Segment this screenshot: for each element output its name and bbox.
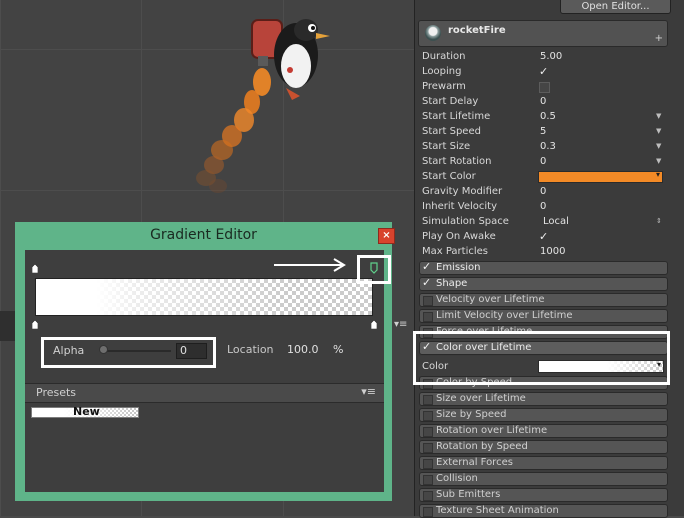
annotation-alpha-box <box>41 337 216 368</box>
fire-trail <box>196 68 271 193</box>
module-external-forces[interactable]: External Forces <box>419 456 668 470</box>
module-label: Size by Speed <box>436 409 507 420</box>
inherit-velocity-field[interactable]: 0 <box>540 199 546 214</box>
max-particles-field[interactable]: 1000 <box>540 244 565 259</box>
module-label: Rotation by Speed <box>436 441 528 452</box>
alpha-key-marker[interactable] <box>32 264 38 273</box>
module-collision[interactable]: Collision <box>419 472 668 486</box>
play-on-awake-checkbox[interactable]: ✓ <box>539 231 550 242</box>
annotation-arrow-icon <box>274 258 346 272</box>
preset-new-label: New <box>73 405 100 418</box>
annotation-highlight-box <box>413 331 670 385</box>
gradient-editor-title: Gradient Editor <box>150 227 257 243</box>
location-label: Location <box>227 343 274 356</box>
chevron-down-icon[interactable]: ▼ <box>656 142 661 150</box>
module-label: Shape <box>436 278 468 289</box>
module-limit-velocity-over-lifetime[interactable]: Limit Velocity over Lifetime <box>419 309 668 323</box>
location-unit: % <box>333 343 344 356</box>
chevron-down-icon[interactable]: ▼ <box>656 127 661 135</box>
prewarm-checkbox[interactable] <box>539 82 550 93</box>
module-checkbox[interactable] <box>423 312 433 322</box>
prop-label-looping: Looping <box>422 66 462 77</box>
module-label: Emission <box>436 262 481 273</box>
module-size-by-speed[interactable]: Size by Speed <box>419 408 668 422</box>
module-velocity-over-lifetime[interactable]: Velocity over Lifetime <box>419 293 668 307</box>
module-checkbox[interactable] <box>423 459 433 469</box>
prop-label-max-particles: Max Particles <box>422 246 489 257</box>
module-rotation-by-speed[interactable]: Rotation by Speed <box>419 440 668 454</box>
start-rotation-field[interactable]: 0 <box>540 154 546 169</box>
module-emission[interactable]: ✓ Emission <box>419 261 668 275</box>
module-label: Limit Velocity over Lifetime <box>436 310 573 321</box>
module-label: Sub Emitters <box>436 489 501 500</box>
module-label: Size over Lifetime <box>436 393 526 404</box>
presets-label: Presets <box>36 386 77 399</box>
scene-toolbar-edge <box>0 311 15 341</box>
prop-label-start-size: Start Size <box>422 141 471 152</box>
chevron-down-icon[interactable]: ▼ <box>656 112 661 120</box>
module-rotation-over-lifetime[interactable]: Rotation over Lifetime <box>419 424 668 438</box>
module-checkbox[interactable] <box>423 395 433 405</box>
particle-system-header[interactable]: rocketFire + <box>418 20 668 47</box>
module-checkbox[interactable] <box>423 443 433 453</box>
prop-label-play-on-awake: Play On Awake <box>422 231 496 242</box>
prop-label-start-color: Start Color <box>422 171 476 182</box>
scene-menu-icon[interactable]: ▾≡ <box>394 319 407 330</box>
module-label: External Forces <box>436 457 513 468</box>
prop-label-simulation-space: Simulation Space <box>422 216 509 227</box>
start-delay-field[interactable]: 0 <box>540 94 546 109</box>
presets-menu-icon[interactable]: ▾≡ <box>361 385 376 398</box>
start-speed-field[interactable]: 5 <box>540 124 546 139</box>
color-key-marker[interactable] <box>371 320 377 329</box>
module-checkbox[interactable] <box>423 491 433 501</box>
prop-label-start-lifetime: Start Lifetime <box>422 111 491 122</box>
add-icon[interactable]: + <box>655 33 663 44</box>
module-checkbox[interactable] <box>423 475 433 485</box>
updown-arrow-icon[interactable]: ⇕ <box>656 217 662 225</box>
particle-system-name: rocketFire <box>448 25 506 36</box>
prop-label-prewarm: Prewarm <box>422 81 466 92</box>
prop-label-duration: Duration <box>422 51 466 62</box>
gradient-preview-bar[interactable] <box>35 278 373 316</box>
module-sub-emitters[interactable]: Sub Emitters <box>419 488 668 502</box>
module-size-over-lifetime[interactable]: Size over Lifetime <box>419 392 668 406</box>
prop-label-inherit-velocity: Inherit Velocity <box>422 201 497 212</box>
annotation-marker-box <box>357 255 391 284</box>
prop-label-start-rotation: Start Rotation <box>422 156 492 167</box>
simulation-space-select[interactable]: Local <box>543 214 569 229</box>
close-icon[interactable]: × <box>378 228 395 244</box>
chevron-down-icon[interactable]: ▼ <box>656 157 661 165</box>
start-color-swatch[interactable] <box>538 170 663 183</box>
duration-field[interactable]: 5.00 <box>540 49 562 64</box>
start-lifetime-field[interactable]: 0.5 <box>540 109 556 124</box>
module-shape[interactable]: ✓ Shape <box>419 277 668 291</box>
looping-checkbox[interactable]: ✓ <box>539 66 550 77</box>
module-label: Collision <box>436 473 478 484</box>
presets-bar: Presets ▾≡ <box>25 383 384 403</box>
color-key-marker[interactable] <box>32 320 38 329</box>
start-size-field[interactable]: 0.3 <box>540 139 556 154</box>
gravity-modifier-field[interactable]: 0 <box>540 184 546 199</box>
particle-system-icon <box>425 25 441 41</box>
prop-label-start-delay: Start Delay <box>422 96 479 107</box>
module-checkbox[interactable]: ✓ <box>422 261 431 273</box>
prop-label-gravity-modifier: Gravity Modifier <box>422 186 503 197</box>
location-value-field[interactable]: 100.0 <box>285 342 329 358</box>
module-checkbox[interactable] <box>423 427 433 437</box>
module-checkbox[interactable] <box>423 296 433 306</box>
open-editor-button[interactable]: Open Editor... <box>560 0 671 14</box>
module-checkbox[interactable]: ✓ <box>422 277 431 289</box>
module-label: Texture Sheet Animation <box>436 505 559 516</box>
module-label: Rotation over Lifetime <box>436 425 548 436</box>
module-label: Velocity over Lifetime <box>436 294 545 305</box>
prop-label-start-speed: Start Speed <box>422 126 481 137</box>
module-checkbox[interactable] <box>423 411 433 421</box>
